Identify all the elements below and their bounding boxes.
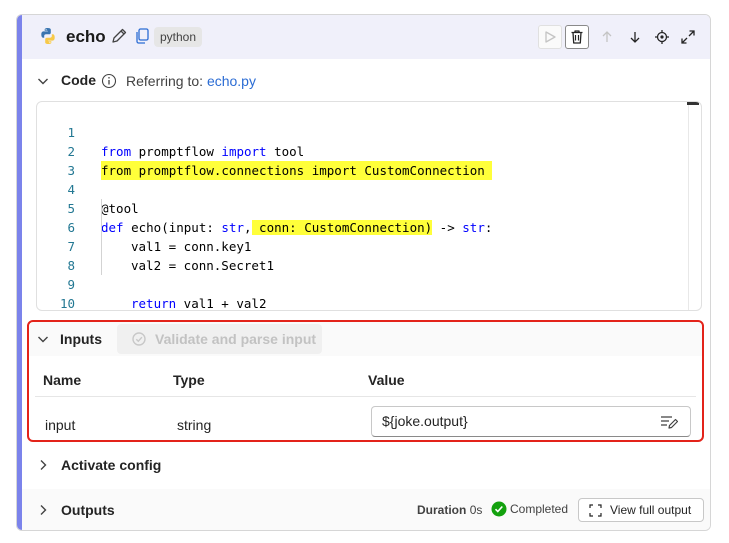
code-line: 2 from promptflow.connections import Cus… [67, 144, 493, 180]
input-type-cell: string [177, 417, 212, 433]
fullscreen-icon [589, 503, 602, 517]
code-line: 10 [59, 296, 75, 311]
chevron-down-icon [38, 78, 48, 85]
play-icon [545, 31, 556, 43]
run-button[interactable] [538, 25, 562, 49]
inputs-section-header[interactable]: Inputs Validate and parse input [29, 322, 702, 356]
chevron-right-icon [40, 505, 47, 515]
flow-node-card: echo python Code Referring to: echo.py 1… [16, 14, 711, 531]
locate-button[interactable] [650, 25, 674, 49]
view-full-output-label: View full output [610, 503, 692, 517]
validate-label: Validate and parse input [155, 331, 317, 347]
input-value-text: ${joke.output} [382, 413, 468, 429]
code-line: 9 return val1 + val2 [67, 277, 267, 311]
activate-config-label: Activate config [61, 457, 162, 473]
code-section-label: Code [61, 72, 96, 88]
activate-config-header[interactable]: Activate config [22, 445, 710, 485]
column-header-value: Value [368, 372, 405, 388]
code-line: 3 [67, 163, 75, 178]
code-line: 6 val1 = conn.key1 [67, 220, 252, 254]
duration-label: Duration [417, 503, 467, 517]
validate-icon [132, 332, 146, 346]
code-line: 1 from promptflow import tool [67, 125, 305, 159]
completed-check-icon [491, 501, 507, 517]
view-full-output-button[interactable]: View full output [578, 498, 704, 522]
inputs-section-label: Inputs [60, 331, 102, 347]
outputs-section-header[interactable]: Outputs Duration 0s Completed View full … [22, 489, 710, 530]
input-name-cell: input [45, 417, 76, 433]
column-header-name: Name [43, 372, 82, 388]
status-text: Completed [510, 502, 569, 516]
move-down-button[interactable] [623, 25, 647, 49]
python-icon [41, 28, 55, 44]
language-badge: python [154, 27, 203, 47]
edit-pencil-icon[interactable] [110, 27, 128, 45]
trash-icon [571, 30, 583, 44]
table-divider [35, 396, 696, 397]
expand-button[interactable] [676, 25, 700, 49]
code-line: 4 @tool [67, 182, 139, 216]
expand-icon [681, 30, 695, 44]
node-title: echo [66, 27, 106, 46]
code-line: 7 val2 = conn.Secret1 [67, 239, 274, 273]
delete-button[interactable] [565, 25, 589, 49]
chevron-down-icon [38, 336, 48, 343]
move-up-button[interactable] [595, 25, 619, 49]
code-line: 5 def echo(input: str, conn: CustomConne… [67, 201, 493, 235]
column-header-type: Type [173, 372, 205, 388]
edit-value-icon[interactable] [660, 414, 678, 430]
duration-text: Duration 0s [417, 503, 482, 517]
validate-parse-button[interactable]: Validate and parse input [117, 324, 322, 354]
locate-target-icon [655, 30, 669, 44]
code-editor[interactable]: 1 from promptflow import tool 2 from pro… [36, 101, 702, 311]
code-line: 8 [67, 258, 75, 273]
referring-text: Referring to: echo.py [126, 73, 256, 89]
chevron-right-icon [40, 460, 47, 470]
copy-icon[interactable] [133, 27, 151, 45]
inputs-section: Inputs Validate and parse input Name Typ… [27, 320, 704, 442]
arrow-down-icon [630, 32, 640, 43]
referring-prefix: Referring to: [126, 73, 204, 89]
arrow-up-icon [602, 31, 612, 42]
input-value-field[interactable]: ${joke.output} [371, 406, 691, 437]
referring-file-link[interactable]: echo.py [207, 73, 256, 89]
node-header: echo python [22, 15, 710, 59]
outputs-section-label: Outputs [61, 502, 115, 518]
duration-value: 0s [469, 503, 483, 517]
info-icon[interactable] [101, 73, 117, 89]
code-section-header[interactable]: Code Referring to: echo.py [22, 61, 710, 101]
